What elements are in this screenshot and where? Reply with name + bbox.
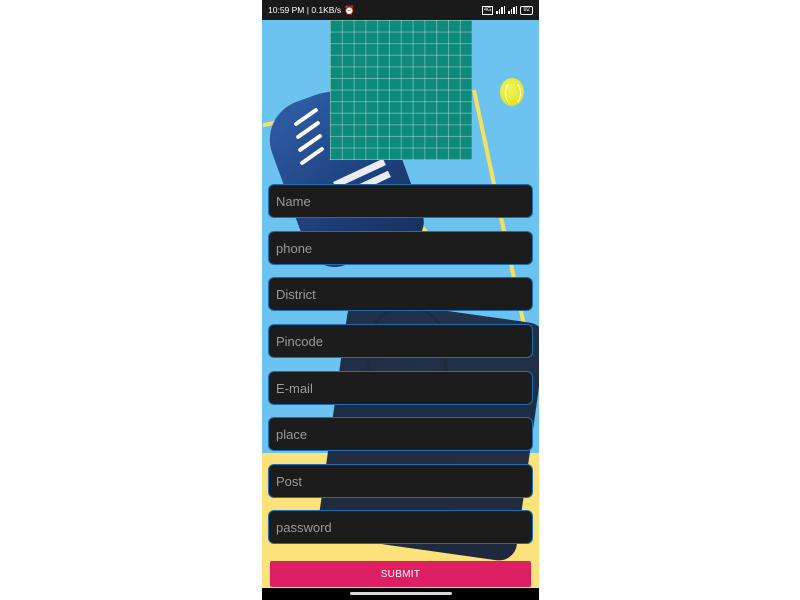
password-input[interactable]: [268, 510, 533, 544]
form-screen: SUBMIT: [262, 20, 539, 588]
email-input[interactable]: [268, 371, 533, 405]
district-input[interactable]: [268, 277, 533, 311]
post-input[interactable]: [268, 464, 533, 498]
status-time: 10:59 PM | 0.1KB/s: [268, 5, 342, 15]
phone-input[interactable]: [268, 231, 533, 265]
pincode-input[interactable]: [268, 324, 533, 358]
place-input[interactable]: [268, 417, 533, 451]
status-bar: 10:59 PM | 0.1KB/s ⏰ 4G 92: [262, 0, 539, 20]
signal-icon-2: [508, 6, 518, 14]
battery-icon: 92: [520, 5, 533, 15]
alarm-icon: ⏰: [344, 4, 355, 15]
tennis-ball-image: [500, 78, 524, 106]
home-indicator[interactable]: [350, 592, 452, 595]
signal-icon: [496, 6, 506, 14]
image-placeholder-grid: [330, 20, 472, 160]
submit-button[interactable]: SUBMIT: [270, 561, 531, 587]
phone-screen: 10:59 PM | 0.1KB/s ⏰ 4G 92 Name phone Di…: [262, 0, 539, 600]
network-type-icon: 4G: [481, 5, 494, 15]
name-input[interactable]: [268, 184, 533, 218]
navigation-bar: [262, 588, 539, 600]
